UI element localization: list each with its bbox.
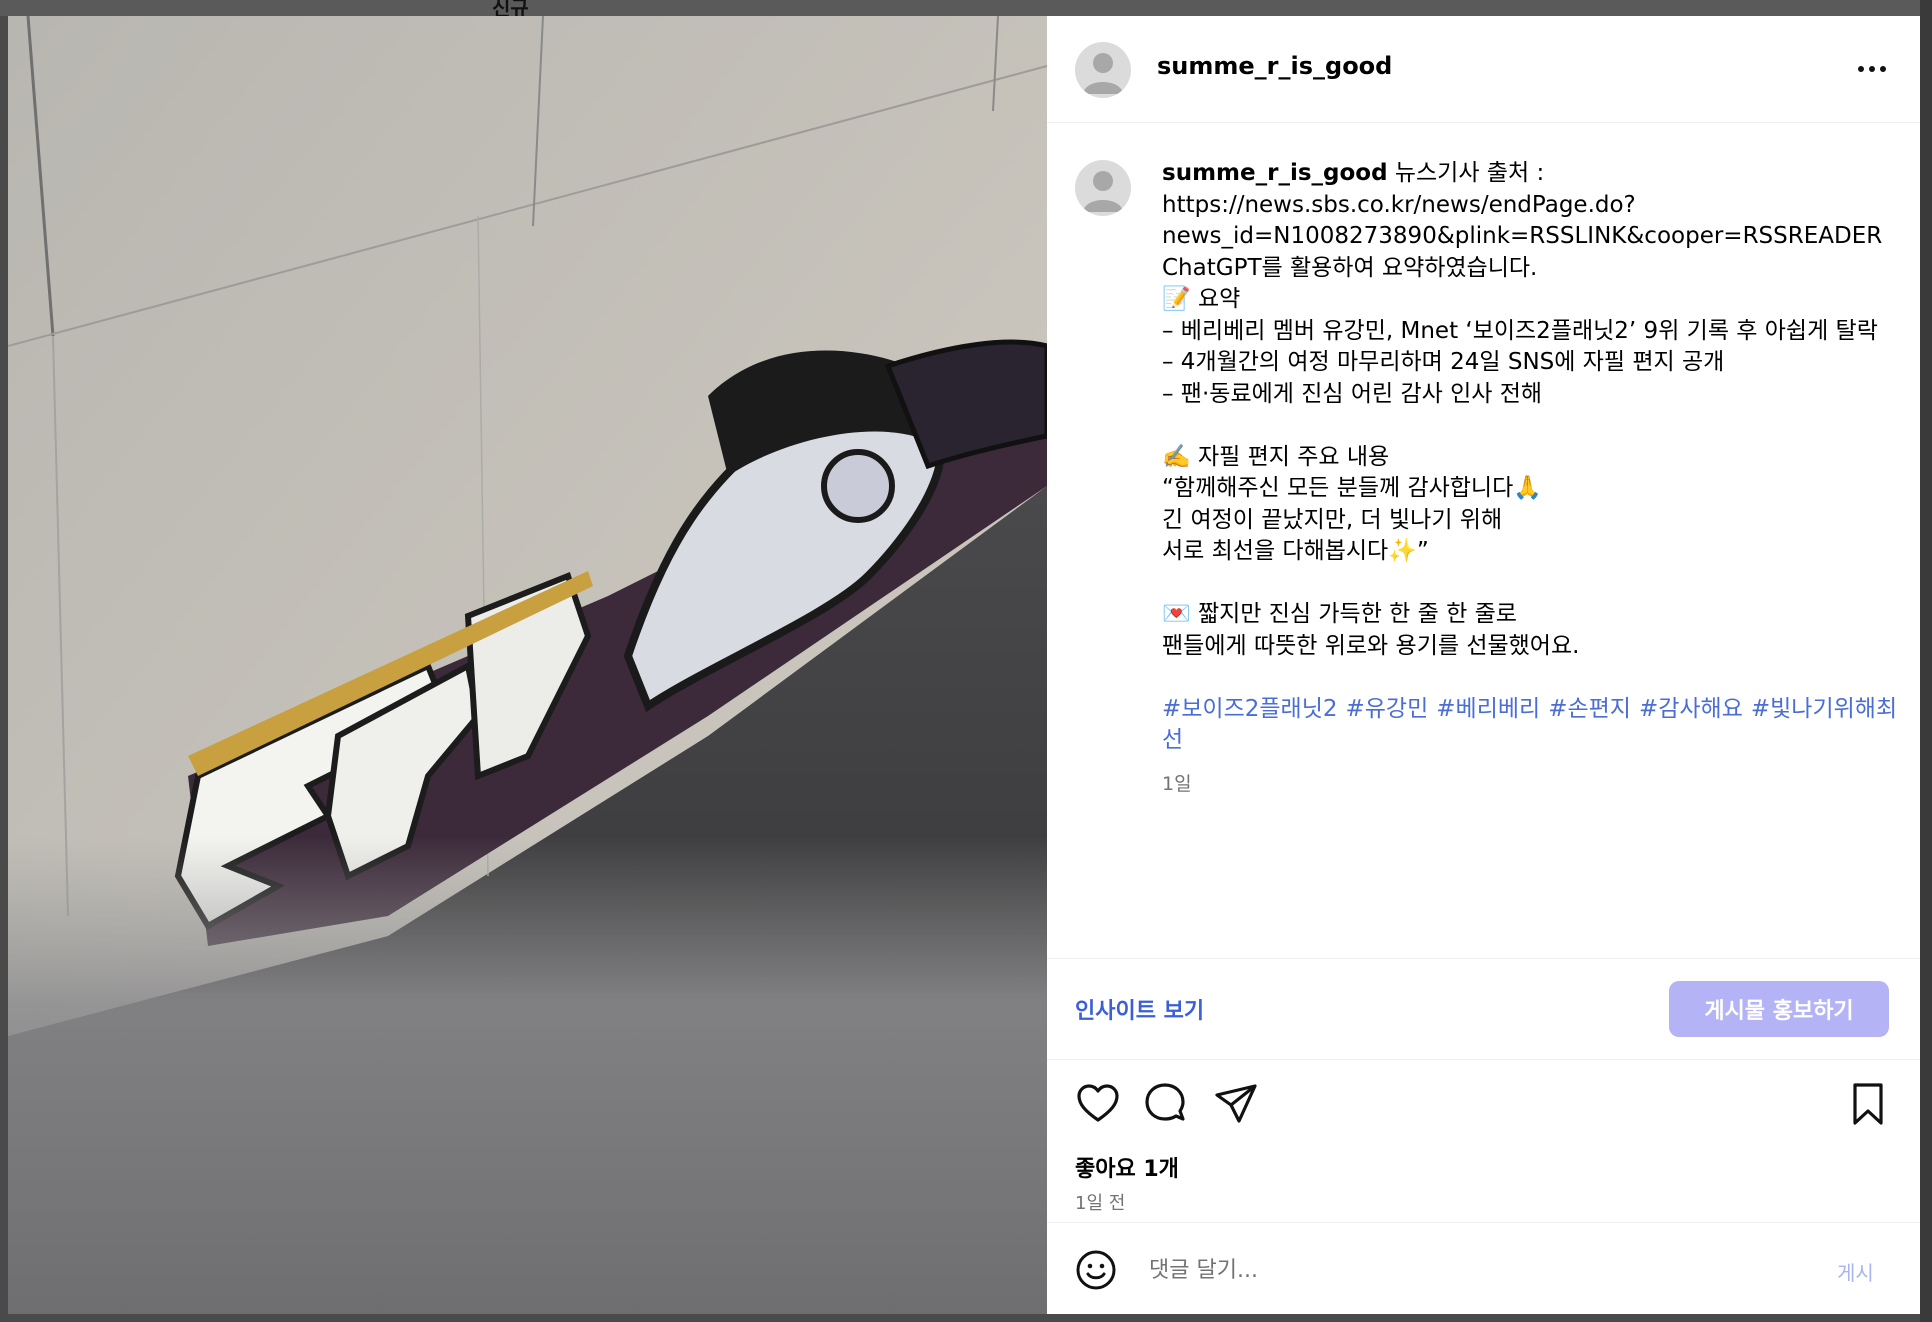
caption-line: summe_r_is_good 뉴스기사 출처 : (1162, 158, 1902, 190)
more-horizontal-icon (1858, 66, 1864, 72)
caption-line[interactable]: news_id=N1008273890&plink=RSSLINK&cooper… (1162, 221, 1902, 253)
caption-username[interactable]: summe_r_is_good (1162, 160, 1388, 186)
caption-timestamp: 1일 (1162, 772, 1192, 795)
hashtag-link[interactable]: #손편지 (1548, 696, 1631, 722)
caption-line: 긴 여정이 끝났지만, 더 빛나기 위해 (1162, 506, 1503, 533)
post-actions: 좋아요 1개 1일 전 (1047, 1059, 1920, 1229)
hashtag-link[interactable]: #베리베리 (1436, 696, 1540, 722)
caption-line: 💌 짧지만 진심 가득한 한 줄 한 줄로 (1162, 601, 1517, 627)
caption-line: – 4개월간의 여정 마무리하며 24일 SNS에 자필 편지 공개 (1162, 349, 1725, 375)
more-horizontal-icon (1869, 66, 1875, 72)
like-button[interactable] (1075, 1081, 1121, 1127)
post-side-panel: summe_r_is_good summe_r_is_good 뉴스기사 출처 … (1047, 16, 1920, 1314)
like-count[interactable]: 좋아요 1개 (1075, 1151, 1179, 1183)
hashtag-link[interactable]: #감사해요 (1639, 696, 1743, 722)
heart-icon (1077, 1084, 1119, 1122)
more-horizontal-icon (1880, 66, 1886, 72)
post-comment-button[interactable]: 게시 (1837, 1257, 1874, 1286)
backdrop-right-strip (1920, 0, 1932, 1322)
view-insights-link[interactable]: 인사이트 보기 (1075, 993, 1204, 1025)
emoji-button[interactable] (1075, 1249, 1117, 1291)
avatar[interactable] (1075, 160, 1131, 216)
comment-bar: 게시 (1047, 1222, 1920, 1315)
caption-line[interactable]: https://news.sbs.co.kr/news/endPage.do? (1162, 190, 1902, 222)
caption-line: “함께해주신 모든 분들께 감사합니다🙏 (1162, 475, 1542, 501)
post-header: summe_r_is_good (1047, 16, 1920, 123)
hashtag-list: #보이즈2플래닛2 #유강민 #베리베리 #손편지 #감사해요 #빛나기위해최선 (1162, 694, 1902, 757)
post-modal: summe_r_is_good summe_r_is_good 뉴스기사 출처 … (8, 16, 1920, 1314)
smiley-icon (1076, 1250, 1116, 1290)
hashtag-link[interactable]: #보이즈2플래닛2 (1162, 696, 1338, 722)
promote-post-button[interactable]: 게시물 홍보하기 (1669, 981, 1889, 1037)
caption-line: ✍️ 자필 편지 주요 내용 (1162, 443, 1390, 470)
bookmark-icon (1853, 1083, 1883, 1125)
comment-input[interactable] (1147, 1247, 1791, 1293)
caption-line: 📝 요약 (1162, 286, 1241, 312)
default-avatar-icon (1083, 53, 1123, 94)
comment-icon (1145, 1083, 1185, 1121)
post-caption: summe_r_is_good 뉴스기사 출처 : https://news.s… (1162, 158, 1902, 800)
caption-line: 서로 최선을 다해봅시다✨” (1162, 538, 1429, 564)
caption-line: ChatGPT를 활용하여 요약하였습니다. (1162, 254, 1538, 281)
share-icon (1215, 1084, 1257, 1123)
post-author-username[interactable]: summe_r_is_good (1157, 52, 1392, 80)
insights-bar: 인사이트 보기 게시물 홍보하기 (1047, 958, 1920, 1060)
more-options-button[interactable] (1847, 52, 1897, 86)
hashtag-link[interactable]: #유강민 (1346, 696, 1429, 722)
caption-area: summe_r_is_good 뉴스기사 출처 : https://news.s… (1047, 122, 1920, 958)
caption-line: 팬들에게 따뜻한 위로와 용기를 선물했어요. (1162, 632, 1580, 659)
caption-line: – 베리베리 멤버 유강민, Mnet ‘보이즈2플래닛2’ 9위 기록 후 아… (1162, 317, 1878, 344)
caption-line: – 팬·동료에게 진심 어린 감사 인사 전해 (1162, 380, 1543, 407)
comment-button[interactable] (1143, 1081, 1189, 1127)
avatar[interactable] (1075, 42, 1131, 98)
backdrop-top-strip (0, 0, 1932, 16)
graffiti-photo (8, 16, 1047, 1314)
default-avatar-icon (1083, 171, 1123, 212)
share-button[interactable] (1213, 1081, 1259, 1127)
save-button[interactable] (1845, 1081, 1891, 1127)
caption-text: 뉴스기사 출처 : (1394, 160, 1545, 186)
post-photo[interactable] (8, 16, 1047, 1314)
post-timestamp: 1일 전 (1075, 1193, 1126, 1214)
